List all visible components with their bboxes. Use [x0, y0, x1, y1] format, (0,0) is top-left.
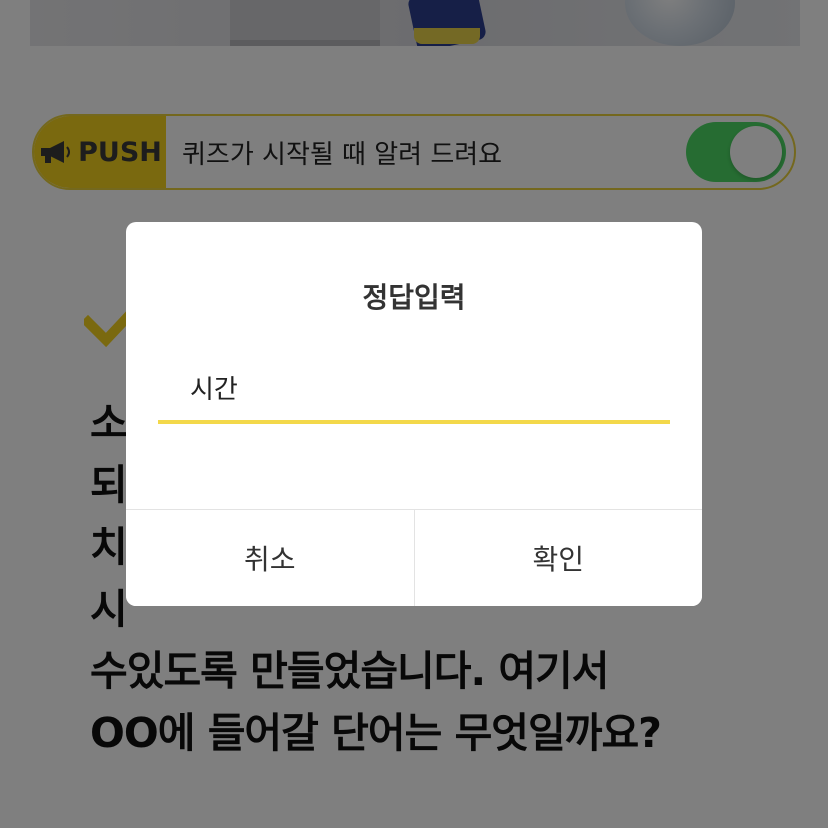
cancel-button[interactable]: 취소	[126, 510, 414, 606]
quiz-page: PUSH 퀴즈가 시작될 때 알려 드려요 소 되 치 시 수있도록 만들었습니…	[0, 0, 828, 828]
dialog-title: 정답입력	[362, 281, 466, 314]
confirm-button[interactable]: 확인	[413, 510, 702, 606]
answer-input[interactable]	[158, 362, 670, 424]
answer-dialog: 정답입력 취소 확인	[126, 222, 702, 606]
dialog-actions: 취소 확인	[126, 509, 702, 606]
